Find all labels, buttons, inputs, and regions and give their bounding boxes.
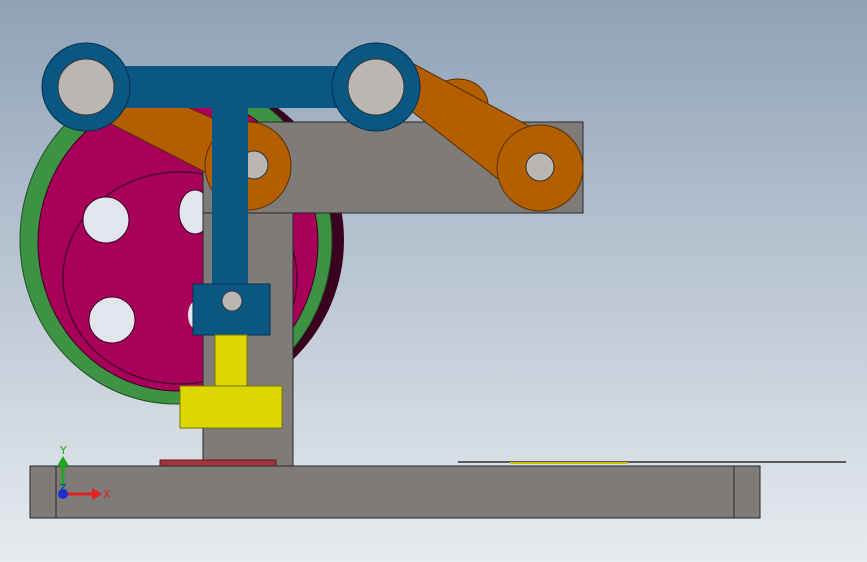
piston-head xyxy=(179,385,283,429)
flywheel-hole xyxy=(88,296,136,344)
mechanism-drawing: Y X Z xyxy=(0,0,867,562)
z-axis-label: Z xyxy=(59,482,67,495)
x-axis-label: X xyxy=(103,488,111,501)
base-slab xyxy=(29,465,761,519)
piston-rod xyxy=(214,334,248,388)
pivot-pin xyxy=(525,152,555,182)
base-plate[interactable] xyxy=(29,459,846,519)
slider-pin xyxy=(221,290,243,312)
blue-stem xyxy=(212,66,248,296)
flywheel-hole xyxy=(82,196,130,244)
cad-viewport[interactable]: Y X Z xyxy=(0,0,867,562)
pivot-pin-right xyxy=(347,58,405,116)
pivot-pin-left xyxy=(57,58,115,116)
y-axis-label: Y xyxy=(59,444,67,457)
